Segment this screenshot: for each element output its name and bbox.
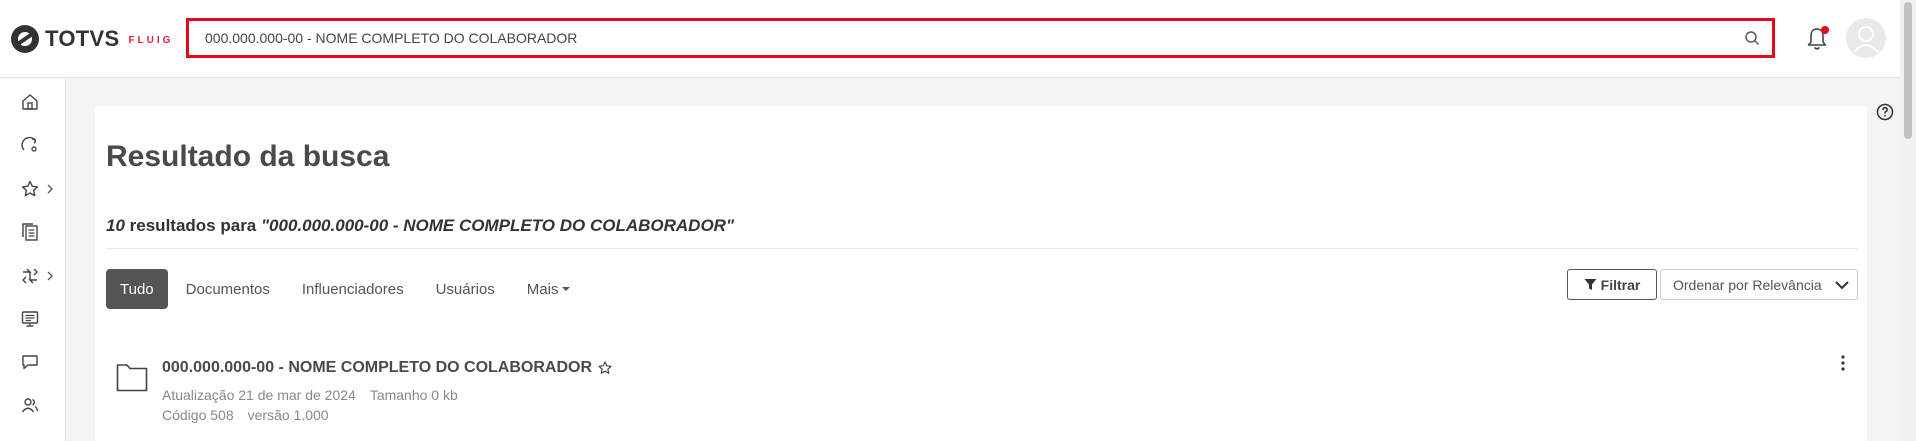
- divider: [106, 248, 1858, 249]
- filter-button[interactable]: Filtrar: [1567, 269, 1657, 300]
- chevron-right-icon: [47, 184, 53, 194]
- sidebar-item-users[interactable]: [20, 392, 60, 418]
- tab-more-dropdown[interactable]: Mais: [513, 269, 585, 309]
- users-icon: [21, 398, 39, 413]
- sidebar-item-documents[interactable]: [20, 219, 60, 245]
- tab-more-label: Mais: [526, 280, 559, 298]
- caret-down-icon: [562, 287, 571, 291]
- avatar-placeholder-icon: [1853, 26, 1879, 53]
- sidebar-item-presentation[interactable]: [20, 306, 60, 332]
- documents-icon: [22, 223, 38, 241]
- more-options-kebab-icon[interactable]: [1836, 353, 1850, 373]
- totvs-logo-icon: [11, 25, 39, 53]
- star-icon: [21, 180, 39, 197]
- sidebar-item-workflow[interactable]: [20, 263, 60, 289]
- chat-icon: [22, 355, 38, 370]
- result-title-link[interactable]: 000.000.000-00 - NOME COMPLETO DO COLABO…: [162, 359, 592, 377]
- result-meta-line-2: Código 508 versão 1.000: [162, 407, 329, 423]
- sidebar-item-home[interactable]: [20, 89, 60, 115]
- home-icon: [22, 94, 38, 110]
- search-icon[interactable]: [1744, 30, 1760, 46]
- search-results-card: Resultado da busca 10 resultados para "0…: [95, 106, 1867, 441]
- top-bar: TOTVS FLUIG: [0, 0, 1900, 78]
- page-scrollbar[interactable]: [1900, 0, 1916, 441]
- result-size: Tamanho 0 kb: [369, 387, 458, 403]
- filter-label: Filtrar: [1600, 276, 1641, 293]
- chevron-right-icon: [47, 271, 53, 281]
- sidebar-item-processes[interactable]: [20, 132, 60, 158]
- tab-all[interactable]: Tudo: [106, 269, 168, 309]
- search-box[interactable]: [186, 18, 1775, 58]
- sidebar-item-chat[interactable]: [20, 349, 60, 375]
- order-by-label: Ordenar por Relevância: [1673, 276, 1822, 293]
- filter-icon: [1584, 279, 1597, 290]
- logo-subtext: FLUIG: [128, 34, 174, 46]
- result-item: 000.000.000-00 - NOME COMPLETO DO COLABO…: [106, 353, 1856, 436]
- chevron-down-icon: [1835, 281, 1849, 290]
- result-meta-line-1: Atualização 21 de mar de 2024 Tamanho 0 k…: [162, 387, 458, 403]
- scrollbar-thumb[interactable]: [1904, 2, 1912, 139]
- process-icon: [21, 136, 37, 152]
- sidebar-item-favorites[interactable]: [20, 176, 60, 202]
- tab-documents[interactable]: Documentos: [172, 269, 284, 309]
- page-title: Resultado da busca: [106, 140, 390, 173]
- presentation-icon: [21, 311, 39, 327]
- logo-text: TOTVS: [45, 26, 120, 51]
- favorite-star-icon[interactable]: [597, 360, 613, 376]
- results-text: resultados para: [129, 216, 257, 235]
- totvs-fluig-logo[interactable]: TOTVS FLUIG: [11, 24, 173, 54]
- search-input[interactable]: [205, 21, 1705, 55]
- results-count: 10: [106, 216, 125, 235]
- help-icon[interactable]: [1876, 103, 1894, 121]
- sidebar: [0, 79, 66, 441]
- tab-influencers[interactable]: Influenciadores: [288, 269, 418, 309]
- result-title-row: 000.000.000-00 - NOME COMPLETO DO COLABO…: [162, 359, 613, 377]
- user-avatar[interactable]: [1846, 18, 1886, 58]
- order-by-select[interactable]: Ordenar por Relevância: [1660, 269, 1858, 300]
- results-summary: 10 resultados para "000.000.000-00 - NOM…: [106, 216, 734, 236]
- tab-users[interactable]: Usuários: [422, 269, 509, 309]
- result-code: Código 508: [162, 407, 234, 423]
- workflow-icon: [22, 268, 38, 284]
- notification-badge: [1821, 26, 1829, 34]
- results-query: "000.000.000-00 - NOME COMPLETO DO COLAB…: [261, 216, 735, 235]
- folder-icon: [116, 364, 148, 392]
- results-tabs: Tudo Documentos Influenciadores Usuários…: [106, 269, 588, 309]
- result-updated: Atualização 21 de mar de 2024: [162, 387, 356, 403]
- result-version: versão 1.000: [247, 407, 329, 423]
